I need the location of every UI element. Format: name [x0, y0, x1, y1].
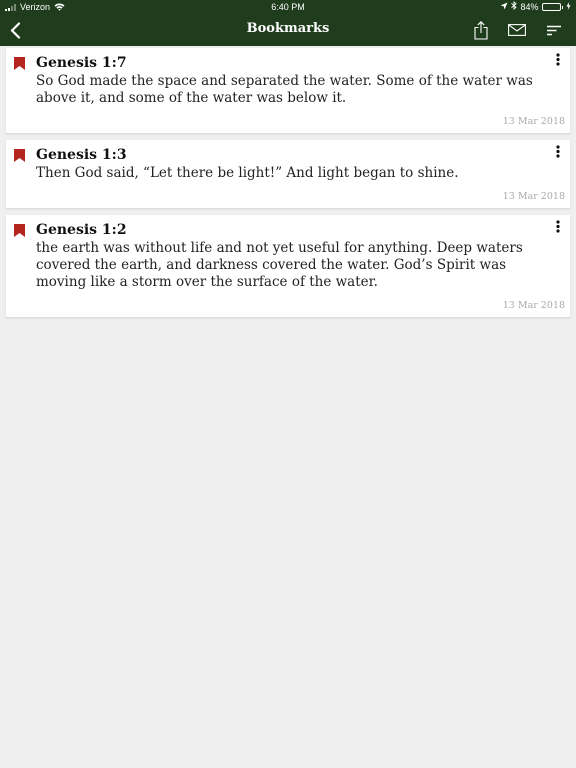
bookmark-verse-text[interactable]: the earth was without life and not yet u… [36, 240, 544, 291]
bookmark-date: 13 Mar 2018 [502, 300, 565, 311]
bookmark-ribbon-icon [14, 224, 25, 237]
more-options-button[interactable] [552, 53, 564, 71]
bookmark-date: 13 Mar 2018 [502, 191, 565, 202]
share-button[interactable] [470, 14, 492, 46]
mail-button[interactable] [505, 14, 529, 46]
bookmark-verse-text[interactable]: So God made the space and separated the … [36, 73, 544, 107]
more-options-button[interactable] [552, 220, 564, 238]
bookmark-verse-text[interactable]: Then God said, “Let there be light!” And… [36, 165, 544, 182]
sort-icon [547, 25, 561, 35]
more-vertical-icon [556, 220, 560, 233]
charging-icon [566, 0, 571, 14]
mail-icon [508, 24, 526, 36]
bookmark-list: Genesis 1:7 So God made the space and se… [6, 48, 570, 324]
clock: 6:40 PM [271, 2, 305, 12]
bookmark-card[interactable]: Genesis 1:2 the earth was without life a… [6, 215, 570, 317]
battery-percent: 84% [520, 2, 539, 12]
location-icon [500, 0, 508, 14]
more-options-button[interactable] [552, 145, 564, 163]
top-bar: Verizon 6:40 PM 84% Bookmarks [0, 0, 576, 46]
bookmark-ribbon-icon [14, 149, 25, 162]
bookmark-reference[interactable]: Genesis 1:2 [36, 221, 544, 239]
more-vertical-icon [556, 145, 560, 158]
bluetooth-icon [511, 0, 518, 14]
share-icon [474, 20, 488, 40]
more-vertical-icon [556, 53, 560, 66]
navigation-bar: Bookmarks [0, 14, 576, 46]
sort-button[interactable] [543, 14, 565, 46]
bookmark-card[interactable]: Genesis 1:3 Then God said, “Let there be… [6, 140, 570, 208]
bookmark-reference[interactable]: Genesis 1:7 [36, 54, 544, 72]
bookmark-ribbon-icon [14, 57, 25, 70]
bookmark-card[interactable]: Genesis 1:7 So God made the space and se… [6, 48, 570, 133]
status-bar: Verizon 6:40 PM 84% [0, 0, 576, 14]
bookmark-reference[interactable]: Genesis 1:3 [36, 146, 544, 164]
battery-icon [541, 3, 563, 11]
bookmark-date: 13 Mar 2018 [502, 116, 565, 127]
